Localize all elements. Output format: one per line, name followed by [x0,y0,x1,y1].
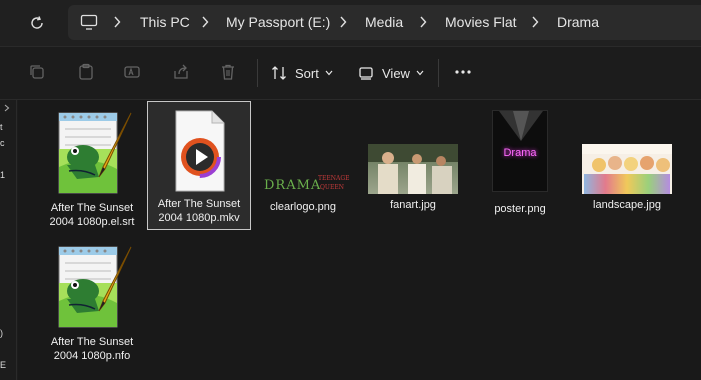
copy-button[interactable] [26,61,48,83]
refresh-icon [31,16,43,29]
clearlogo-thumbnail: DRAMA TEENAGE QUEEN [256,106,350,198]
file-name: poster.png [494,203,546,215]
navigation-pane[interactable]: t c 1 ) E [0,100,17,380]
view-label: View [382,65,410,81]
address-bar: This PC My Passport (E:) Media Movies Fl… [0,0,701,46]
file-name: After The Sunset [50,336,134,348]
nav-item-fragment[interactable]: ) [0,328,3,338]
breadcrumb-movies-flat[interactable]: Movies Flat [445,14,517,30]
file-name: landscape.jpg [593,199,661,211]
file-item-fanart[interactable]: fanart.jpg [361,106,465,226]
rename-button[interactable] [121,61,143,83]
file-name: 2004 1080p.nfo [53,350,131,362]
file-item-poster[interactable]: Drama poster.png [468,106,572,226]
file-item-landscape[interactable]: landscape.jpg [575,106,679,226]
poster-title: Drama [503,147,537,159]
this-pc-icon[interactable] [80,13,98,31]
paste-button[interactable] [75,61,97,83]
copy-icon [30,65,44,79]
file-name: After The Sunset [157,198,241,210]
nav-item-fragment[interactable]: t [0,122,3,132]
command-bar: Sort View [0,47,701,99]
file-item-mkv[interactable]: After The Sunset 2004 1080p.mkv [147,101,251,230]
media-player-icon [175,110,225,192]
more-icon [455,70,471,74]
sort-button[interactable]: Sort [271,59,333,87]
file-name: 2004 1080p.el.srt [49,216,135,228]
breadcrumb-this-pc[interactable]: This PC [140,14,190,30]
file-name: fanart.jpg [390,199,436,211]
logo-small-text: QUEEN [320,184,344,191]
share-icon [174,64,188,79]
file-list: After The Sunset 2004 1080p.el.srt After… [18,100,701,380]
notepad-plus-plus-icon [58,112,132,194]
view-button[interactable]: View [358,59,424,87]
trash-icon [222,64,234,80]
poster-thumbnail: Drama [492,110,548,192]
more-options-button[interactable] [451,61,475,83]
paste-icon [79,63,93,80]
delete-button[interactable] [217,61,239,83]
toolbar-separator [438,59,439,87]
chevron-right-icon[interactable] [530,15,540,29]
chevron-down-icon [416,70,424,76]
file-name: After The Sunset [50,202,134,214]
fanart-thumbnail [368,144,458,194]
notepad-plus-plus-icon [58,246,132,328]
file-item-nfo[interactable]: After The Sunset 2004 1080p.nfo [40,240,144,366]
nav-item-fragment[interactable]: 1 [0,170,5,180]
chevron-right-icon[interactable] [338,15,348,29]
landscape-thumbnail [582,144,672,194]
refresh-button[interactable] [24,10,50,36]
nav-item-fragment[interactable]: c [0,138,5,148]
rename-icon [124,66,140,78]
breadcrumb-my-passport[interactable]: My Passport (E:) [226,14,330,30]
logo-small-text: TEENAGE [318,175,350,182]
chevron-right-icon[interactable] [418,15,428,29]
toolbar-separator [257,59,258,87]
breadcrumb-media[interactable]: Media [365,14,403,30]
view-icon [359,67,373,80]
file-name: 2004 1080p.mkv [158,212,240,224]
file-name: clearlogo.png [269,201,337,213]
breadcrumb[interactable]: This PC My Passport (E:) Media Movies Fl… [68,5,701,40]
breadcrumb-drama[interactable]: Drama [557,14,599,30]
share-button[interactable] [170,61,192,83]
file-item-srt[interactable]: After The Sunset 2004 1080p.el.srt [40,106,144,232]
chevron-right-icon[interactable] [200,15,210,29]
file-item-clearlogo[interactable]: DRAMA TEENAGE QUEEN clearlogo.png [251,106,355,226]
nav-item-fragment[interactable]: E [0,360,6,370]
sort-icon [272,66,286,80]
logo-text: DRAMA [264,178,322,193]
sort-label: Sort [295,65,319,81]
chevron-right-icon[interactable] [112,15,122,29]
chevron-down-icon [325,70,333,76]
chevron-right-icon[interactable] [4,104,10,112]
